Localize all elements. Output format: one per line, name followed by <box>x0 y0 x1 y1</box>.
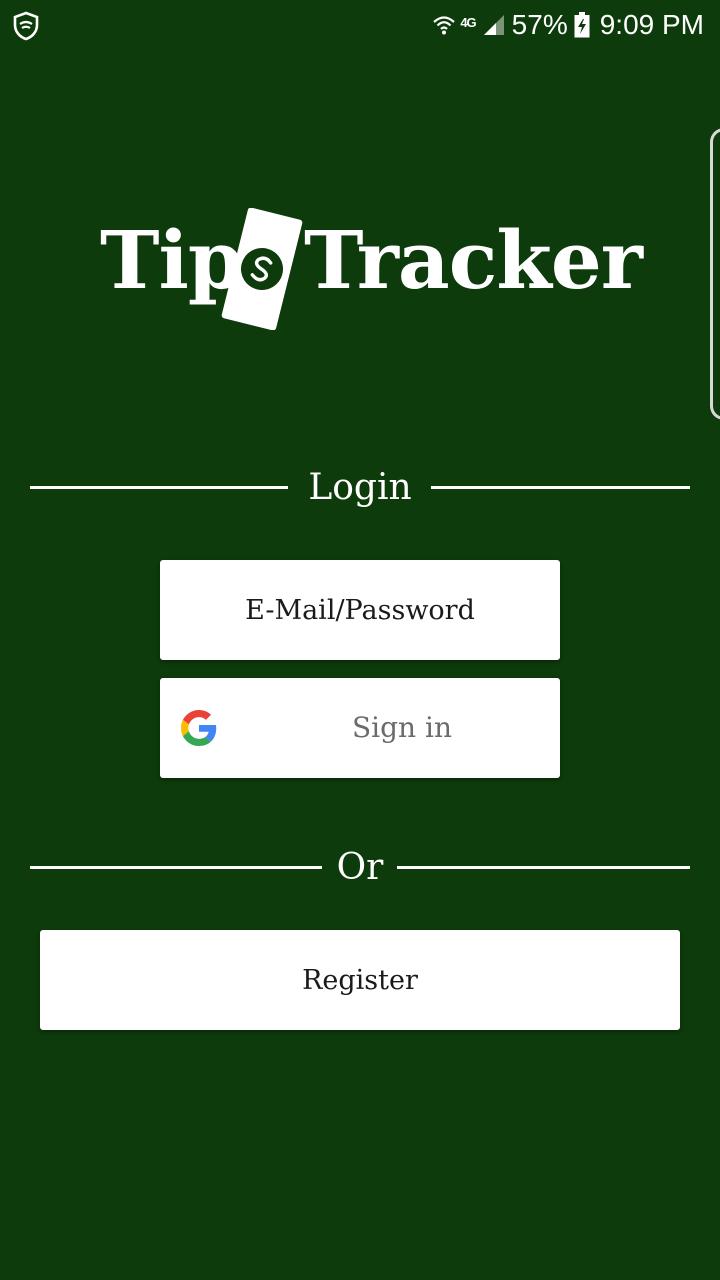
battery-charging-icon <box>574 12 590 38</box>
login-heading: Login <box>308 467 412 508</box>
google-sign-in-label: Sign in <box>352 711 452 744</box>
signal-icon <box>483 15 504 35</box>
google-icon <box>181 710 217 746</box>
battery-percentage: 57% <box>511 9 568 40</box>
email-password-button[interactable]: E-Mail/Password <box>160 560 560 660</box>
or-divider-right <box>397 866 690 869</box>
app-logo: Tip Tracker <box>0 200 720 340</box>
clock: 9:09 PM <box>599 9 704 40</box>
register-button[interactable]: Register <box>40 930 680 1030</box>
logo-word-tracker: Tracker <box>304 213 643 307</box>
login-divider-left <box>30 486 288 489</box>
network-4g-icon: 4G <box>460 14 476 30</box>
or-divider-left <box>30 866 322 869</box>
wifi-icon <box>433 16 456 35</box>
dollar-bill-icon <box>221 208 303 330</box>
login-divider-right <box>431 486 690 489</box>
status-bar: 4G 57% 9:09 PM <box>0 0 720 50</box>
or-heading: Or <box>336 847 384 888</box>
shield-icon <box>13 11 39 41</box>
google-sign-in-button[interactable]: Sign in <box>160 678 560 778</box>
email-password-label: E-Mail/Password <box>245 594 475 626</box>
register-label: Register <box>302 964 418 996</box>
